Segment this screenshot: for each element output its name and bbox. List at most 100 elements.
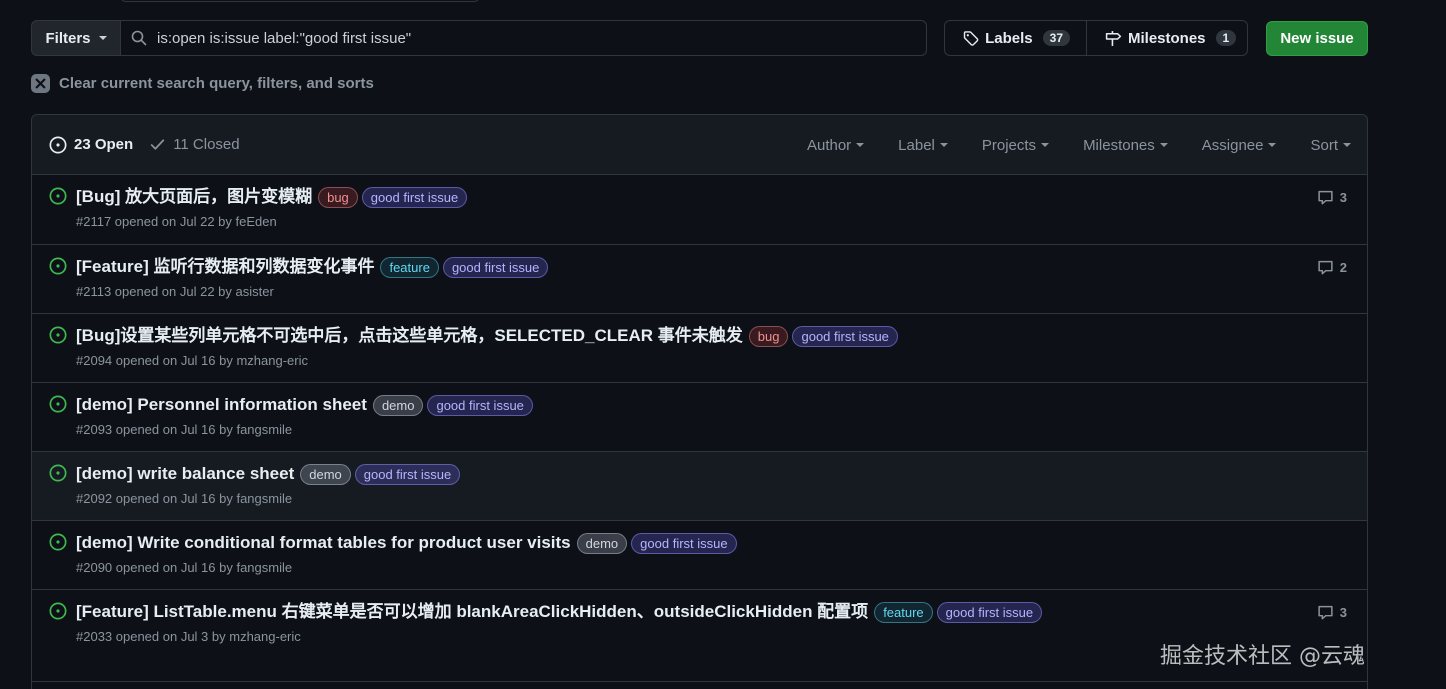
issues-page: Filters Labels 37 Mileston [0,0,1446,689]
filter-sort-dropdown[interactable]: Sort [1310,137,1351,154]
filter-assignee-dropdown[interactable]: Assignee [1202,137,1277,154]
label-good-first-issue[interactable]: good first issue [631,532,737,554]
filter-author-dropdown[interactable]: Author [806,136,865,154]
issue-opened-icon [49,326,67,347]
comments-link[interactable]: 3 [1317,604,1347,621]
issue-title-line: [demo] Personnel information sheet demo go… [76,393,1307,417]
clear-filters-link[interactable]: Clear current search query, filters, and… [31,74,374,93]
check-icon [150,139,165,150]
issue-title-link[interactable]: [Bug] 放大页面后，图片变模糊 [76,185,312,209]
filter-label-dropdown[interactable]: Label [898,137,948,154]
issue-row[interactable]: [demo] Write conditional format tables f… [32,521,1367,590]
comment-icon [1317,604,1334,621]
comments-link[interactable]: 2 [1317,259,1347,276]
comment-count: 3 [1339,605,1347,620]
issue-opened-icon [49,602,67,623]
chevron-down-icon [939,143,948,147]
closed-issues-count: 11 Closed [173,136,240,153]
open-issues-tab[interactable]: 23 Open [49,136,133,154]
labels-button-label: Labels [985,29,1033,47]
header-filter-menus: Author Label Projects Milestones Assignee Sor… [773,115,1351,175]
filter-label: Sort [1310,136,1338,154]
milestones-button-label: Milestones [1128,29,1206,47]
label-bug[interactable]: bug [748,325,789,347]
issue-meta: #2117 opened on Jul 22 by feEden [76,214,277,229]
chevron-down-icon [98,36,107,40]
issue-row[interactable]: [demo] write balance sheet demo good first… [32,452,1367,521]
filter-label: Milestones [1083,136,1155,154]
label-feature[interactable]: feature [380,256,439,278]
filters-button-label: Filters [45,29,91,47]
issue-row[interactable]: [Feature] 监听行数据和列数据变化事件 feature good first… [32,245,1367,314]
issue-meta: #2094 opened on Jul 16 by mzhang-eric [76,353,308,368]
label-bug[interactable]: bug [318,186,358,208]
labels-count: 37 [1042,30,1070,46]
label-good-first-issue[interactable]: good first issue [361,186,468,208]
comment-icon [1317,189,1334,206]
clear-filters-label: Clear current search query, filters, and… [59,75,374,92]
chevron-down-icon [1041,143,1050,147]
label-demo[interactable]: demo [372,394,424,416]
filter-projects-dropdown[interactable]: Projects [981,136,1050,154]
milestone-icon [1105,30,1122,46]
label-demo[interactable]: demo [300,463,351,485]
issue-title-line: [demo] write balance sheet demo good first… [76,462,1307,486]
issue-title-link[interactable]: [Feature] 监听行数据和列数据变化事件 [76,255,374,279]
open-issues-count: 23 Open [74,136,134,153]
issue-title-line: [Bug] 放大页面后，图片变模糊 bug good first issue [76,185,1307,209]
filters-button[interactable]: Filters [31,20,121,56]
issue-title-line: [Bug]设置某些列单元格不可选中后，点击这些单元格，SELECTED_CLEA… [76,324,1307,348]
issue-meta: #2092 opened on Jul 16 by fangsmile [76,491,293,506]
filter-label: Projects [981,136,1037,154]
label-feature[interactable]: feature [874,601,933,623]
issue-title-link[interactable]: [demo] write balance sheet [76,462,294,486]
label-good-first-issue[interactable]: good first issue [354,463,461,485]
comment-count: 2 [1339,260,1347,275]
issue-title-line: [Feature] ListTable.menu 右键菜单是否可以增加 blan… [76,600,1307,624]
closed-issues-tab[interactable]: 11 Closed [149,136,240,153]
search-box [121,20,927,56]
top-edge-decoration [120,0,480,2]
labels-milestones-group: Labels 37 Milestones 1 [944,20,1248,56]
close-icon [31,74,50,93]
issues-list-header: 23 Open 11 Closed Author Label Projects Mil… [32,115,1367,175]
chevron-down-icon [1159,143,1168,147]
issue-row[interactable]: [Bug] 放大页面后，图片变模糊 bug good first issue #211… [32,175,1367,245]
watermark: 掘金技术社区 @云魂 [1160,644,1365,669]
issue-opened-icon [49,136,67,153]
issue-opened-icon [49,257,67,278]
label-good-first-issue[interactable]: good first issue [427,394,533,416]
issue-meta: #2090 opened on Jul 16 by fangsmile [76,560,293,575]
labels-button[interactable]: Labels 37 [945,21,1086,55]
comment-count: 3 [1339,190,1347,205]
chevron-down-icon [1268,143,1277,147]
issue-row[interactable]: [demo] Personnel information sheet demo go… [32,383,1367,452]
issue-opened-icon [49,187,67,208]
label-demo[interactable]: demo [576,532,628,554]
issue-rows: [Bug] 放大页面后，图片变模糊 bug good first issue #211… [32,175,1367,682]
chevron-down-icon [1343,143,1351,147]
filter-label: Author [806,136,852,154]
issue-title-link[interactable]: [Feature] ListTable.menu 右键菜单是否可以增加 blan… [76,600,868,624]
label-good-first-issue[interactable]: good first issue [442,256,549,278]
milestones-button[interactable]: Milestones 1 [1086,21,1252,55]
new-issue-button[interactable]: New issue [1266,21,1368,56]
issue-title-link[interactable]: [Bug]设置某些列单元格不可选中后，点击这些单元格，SELECTED_CLEA… [76,324,743,348]
issues-list: 23 Open 11 Closed Author Label Projects Mil… [31,114,1368,689]
chevron-down-icon [856,143,865,147]
issue-meta: #2033 opened on Jul 3 by mzhang-eric [76,629,301,644]
issue-opened-icon [49,395,67,416]
issue-opened-icon [49,464,67,485]
issue-row[interactable]: [Bug]设置某些列单元格不可选中后，点击这些单元格，SELECTED_CLEA… [32,314,1367,383]
label-good-first-issue[interactable]: good first issue [792,325,898,347]
comment-icon [1317,259,1334,276]
issue-title-line: [demo] Write conditional format tables f… [76,531,1307,555]
issue-title-link[interactable]: [demo] Personnel information sheet [76,393,367,417]
comments-link[interactable]: 3 [1317,189,1347,206]
issue-meta: #2093 opened on Jul 16 by fangsmile [76,422,293,437]
filter-milestones-dropdown[interactable]: Milestones [1083,137,1168,154]
label-good-first-issue[interactable]: good first issue [936,601,1043,623]
issue-title-link[interactable]: [demo] Write conditional format tables f… [76,531,571,555]
issue-opened-icon [49,533,67,554]
search-input[interactable] [157,23,926,53]
